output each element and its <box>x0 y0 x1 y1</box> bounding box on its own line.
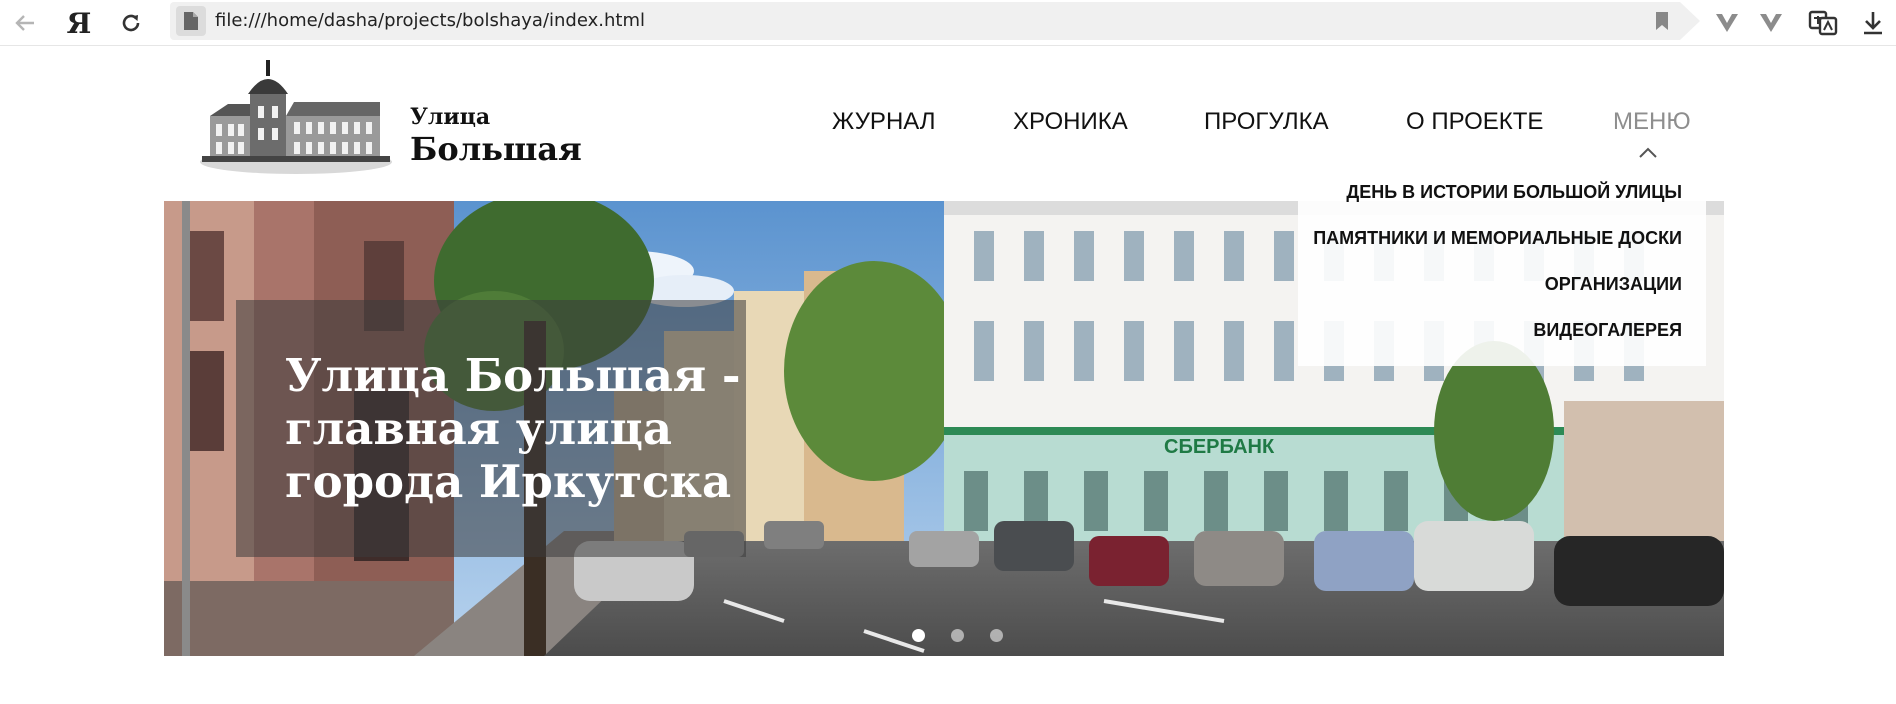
slider-dot[interactable] <box>911 629 925 642</box>
yandex-logo-icon[interactable]: Я <box>62 6 96 40</box>
slider-dot[interactable] <box>950 629 964 642</box>
slider-dots <box>164 629 1724 642</box>
nav-menu[interactable]: МЕНЮ <box>1613 108 1691 136</box>
extension-v-icon[interactable] <box>1710 6 1744 40</box>
nav-about-project[interactable]: О ПРОЕКТЕ <box>1406 108 1543 136</box>
chevron-up-icon[interactable] <box>1638 146 1658 164</box>
logo-text[interactable]: Улица Большая <box>410 104 582 168</box>
hero-title: Улица Большая - главная улица города Ирк… <box>285 349 741 508</box>
menu-item-organizations[interactable]: ОРГАНИЗАЦИИ <box>1545 274 1682 295</box>
bookmark-icon[interactable] <box>1654 11 1670 36</box>
reload-icon[interactable] <box>114 6 148 40</box>
logo-line-1: Улица <box>410 104 491 130</box>
url-text[interactable]: file:///home/dasha/projects/bolshaya/ind… <box>215 10 645 31</box>
logo-line-2: Большая <box>410 130 582 168</box>
back-arrow-icon[interactable] <box>8 6 42 40</box>
menu-item-monuments[interactable]: ПАМЯТНИКИ И МЕМОРИАЛЬНЫЕ ДОСКИ <box>1313 228 1682 249</box>
slider-dot[interactable] <box>989 629 1003 642</box>
menu-item-day-in-history[interactable]: ДЕНЬ В ИСТОРИИ БОЛЬШОЙ УЛИЦЫ <box>1346 182 1682 203</box>
browser-toolbar: Я file:///home/dasha/projects/bolshaya/i… <box>0 0 1896 46</box>
translate-icon[interactable] <box>1806 6 1840 40</box>
menu-item-video-gallery[interactable]: ВИДЕОГАЛЕРЕЯ <box>1533 320 1682 341</box>
menu-dropdown: ДЕНЬ В ИСТОРИИ БОЛЬШОЙ УЛИЦЫ ПАМЯТНИКИ И… <box>1298 176 1706 366</box>
bank-sign: СБЕРБАНК <box>1164 436 1275 458</box>
nav-chronicle[interactable]: ХРОНИКА <box>1013 108 1128 136</box>
file-icon <box>176 6 206 36</box>
address-bar[interactable]: file:///home/dasha/projects/bolshaya/ind… <box>170 2 1700 40</box>
logo-illustration[interactable] <box>198 58 394 174</box>
nav-walk[interactable]: ПРОГУЛКА <box>1204 108 1329 136</box>
extension-v-icon[interactable] <box>1754 6 1788 40</box>
nav-journal[interactable]: ЖУРНАЛ <box>832 108 936 136</box>
download-icon[interactable] <box>1856 6 1890 40</box>
